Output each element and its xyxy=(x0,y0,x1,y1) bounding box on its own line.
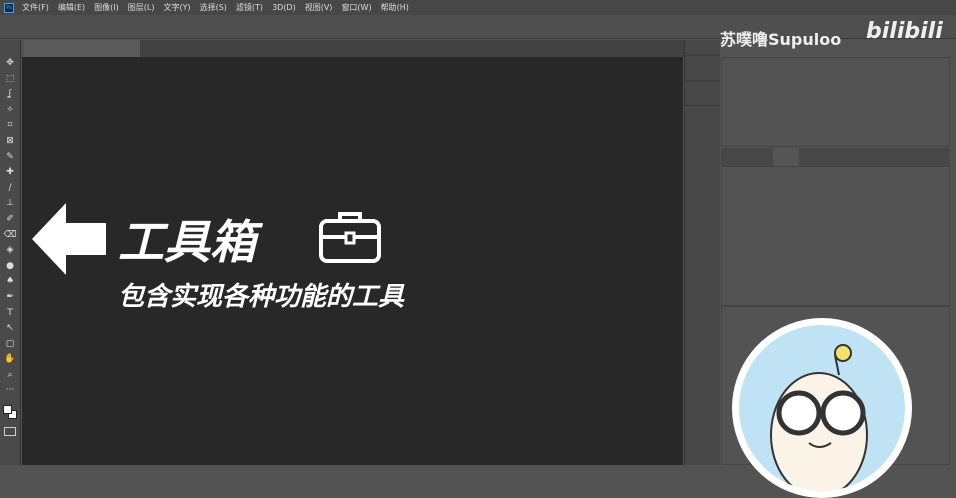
more-tools[interactable]: ··· xyxy=(0,383,20,399)
menu-help[interactable]: 帮助(H) xyxy=(381,2,409,13)
menu-select[interactable]: 选择(S) xyxy=(200,2,227,13)
menu-3d[interactable]: 3D(D) xyxy=(272,3,296,12)
path-selection-tool[interactable]: ↖ xyxy=(0,321,20,337)
document-tab[interactable] xyxy=(24,40,140,57)
magic-wand-tool[interactable]: ✧ xyxy=(0,103,20,119)
panel-tab-bar xyxy=(721,148,950,166)
menu-file[interactable]: 文件(F) xyxy=(22,2,49,13)
clone-stamp-tool[interactable]: ⊥ xyxy=(0,196,20,212)
author-avatar xyxy=(732,318,912,498)
rectangle-tool[interactable]: ▢ xyxy=(0,337,20,353)
marquee-tool[interactable]: ⬚ xyxy=(0,72,20,88)
eraser-tool[interactable]: ⌫ xyxy=(0,228,20,244)
menu-view[interactable]: 视图(V) xyxy=(305,2,333,13)
quick-mask-icon[interactable] xyxy=(4,427,16,437)
menu-filter[interactable]: 滤镜(T) xyxy=(236,2,263,13)
briefcase-icon xyxy=(319,212,381,263)
menu-edit[interactable]: 编辑(E) xyxy=(58,2,85,13)
brush-tool[interactable]: / xyxy=(0,181,20,197)
author-watermark: 苏噗噜Supuloo xyxy=(720,30,842,49)
paint-bucket-tool[interactable]: ◈ xyxy=(0,243,20,259)
menu-type[interactable]: 文字(Y) xyxy=(163,2,190,13)
pen-tool[interactable]: ✒ xyxy=(0,290,20,306)
menu-image[interactable]: 图像(I) xyxy=(94,2,119,13)
toolbox: ✥ ⬚ ʆ ✧ ⌗ ⊠ ✎ ✚ / ⊥ ✐ ⌫ ◈ ● ♠ ✒ T ↖ ▢ ✋ … xyxy=(0,40,21,465)
hand-tool[interactable]: ✋ xyxy=(0,352,20,368)
eyedropper-tool[interactable]: ✎ xyxy=(0,150,20,166)
history-brush-tool[interactable]: ✐ xyxy=(0,212,20,228)
zoom-tool[interactable]: ⌕ xyxy=(0,368,20,384)
lasso-tool[interactable]: ʆ xyxy=(0,87,20,103)
arrow-left-icon xyxy=(32,203,106,275)
color-swatches[interactable] xyxy=(0,399,20,423)
overlay-title: 工具箱 xyxy=(118,215,256,269)
panel-dock-collapsed xyxy=(684,40,720,465)
crop-tool[interactable]: ⌗ xyxy=(0,118,20,134)
move-tool[interactable]: ✥ xyxy=(0,56,20,72)
overlay-subtitle: 包含实现各种功能的工具 xyxy=(118,282,405,312)
dodge-tool[interactable]: ♠ xyxy=(0,274,20,290)
photoshop-logo-icon: Ps xyxy=(4,2,14,13)
bilibili-logo: bilibili xyxy=(866,19,943,44)
healing-brush-tool[interactable]: ✚ xyxy=(0,165,20,181)
panel-top xyxy=(721,57,950,147)
blur-tool[interactable]: ● xyxy=(0,259,20,275)
type-tool[interactable]: T xyxy=(0,306,20,322)
menu-layer[interactable]: 图层(L) xyxy=(128,2,155,13)
menu-window[interactable]: 窗口(W) xyxy=(341,2,371,13)
frame-tool[interactable]: ⊠ xyxy=(0,134,20,150)
menu-bar: Ps 文件(F) 编辑(E) 图像(I) 图层(L) 文字(Y) 选择(S) 滤… xyxy=(0,0,956,15)
panel-middle xyxy=(721,166,950,306)
